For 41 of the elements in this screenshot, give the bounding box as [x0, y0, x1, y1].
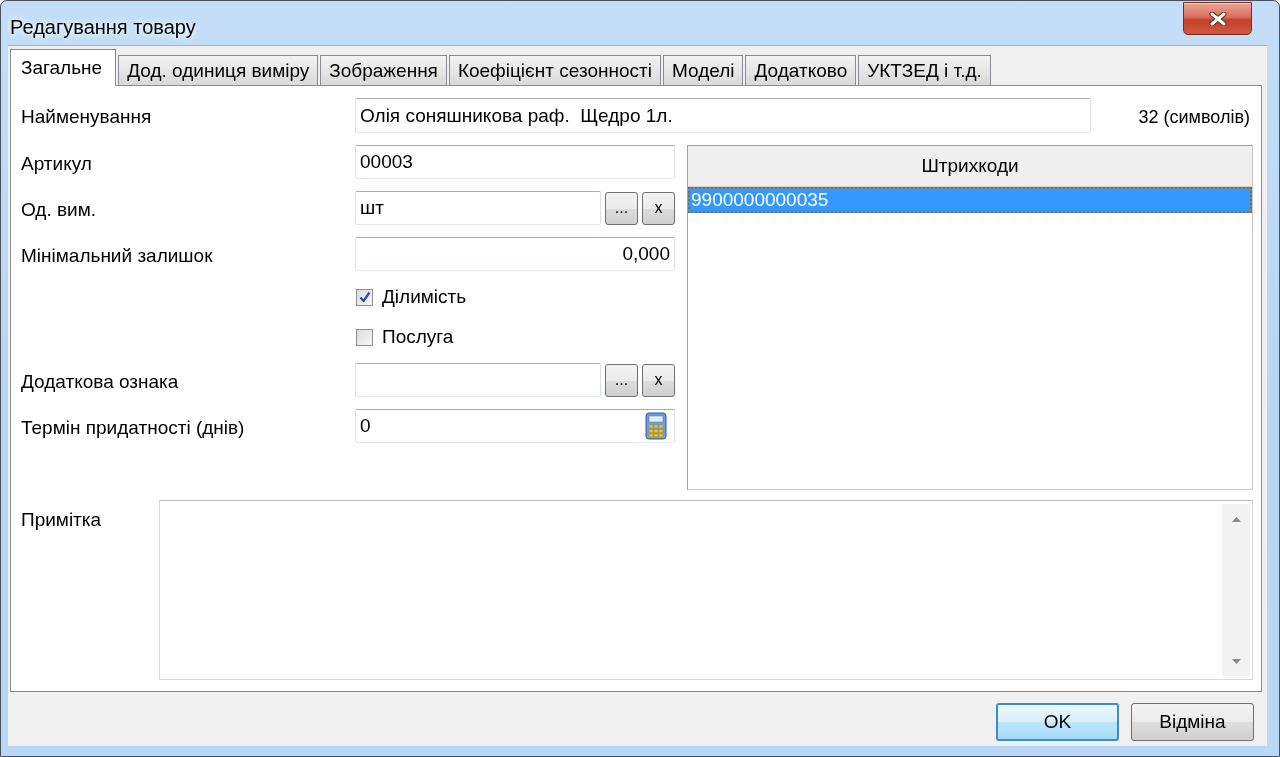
browse-button[interactable]: ...: [605, 191, 638, 225]
note-field[interactable]: [159, 500, 1253, 680]
close-icon: [1208, 11, 1227, 26]
field-label: Найменування: [21, 105, 153, 128]
text-field[interactable]: 00003: [355, 145, 675, 179]
checkbox-label: Ділимість: [382, 286, 467, 308]
down-arrow-icon: [1232, 659, 1241, 664]
field-label: Од. вим.: [21, 197, 98, 221]
character-count: 32 (символів): [1138, 105, 1251, 128]
tab[interactable]: Зображення: [320, 55, 447, 85]
tab[interactable]: Загальне: [10, 49, 117, 86]
field-label: Примітка: [21, 508, 103, 532]
field-label: Мінімальний залишок: [21, 243, 214, 267]
tab[interactable]: Дод. одиниця виміру: [118, 55, 319, 85]
dialog-button[interactable]: Відміна: [1131, 703, 1254, 741]
dialog-button[interactable]: OK: [996, 703, 1119, 741]
browse-button[interactable]: ...: [605, 363, 638, 397]
close-button[interactable]: [1183, 2, 1252, 35]
checkbox[interactable]: [356, 288, 373, 306]
field-label: Артикул: [21, 151, 93, 175]
tab[interactable]: УКТЗЕД і т.д.: [858, 55, 991, 85]
checkbox[interactable]: [356, 328, 373, 346]
text-field[interactable]: 0,000: [355, 237, 675, 271]
field-label: Додаткова ознака: [21, 369, 180, 393]
clear-button[interactable]: x: [642, 363, 675, 397]
checkmark-icon: [358, 291, 371, 303]
number-field[interactable]: 0: [355, 409, 675, 443]
tab[interactable]: Моделі: [662, 55, 744, 85]
column-header: Штрихкоди: [688, 146, 1252, 187]
checkbox-label: Послуга: [382, 326, 454, 348]
calculator-icon[interactable]: [645, 412, 667, 440]
up-arrow-icon: [1232, 517, 1241, 522]
clear-button[interactable]: x: [642, 191, 675, 225]
field-label: Термін придатності (днів): [21, 415, 246, 439]
scrollbar[interactable]: [1222, 504, 1250, 676]
text-field[interactable]: шт: [355, 191, 601, 225]
tab[interactable]: Коефіцієнт сезонності: [448, 55, 661, 85]
tab[interactable]: Додатково: [745, 55, 857, 85]
window-title: Редагування товару: [10, 16, 196, 39]
text-field[interactable]: Олія соняшникова раф. Щедро 1л.: [355, 98, 1091, 133]
text-field[interactable]: [355, 363, 601, 397]
